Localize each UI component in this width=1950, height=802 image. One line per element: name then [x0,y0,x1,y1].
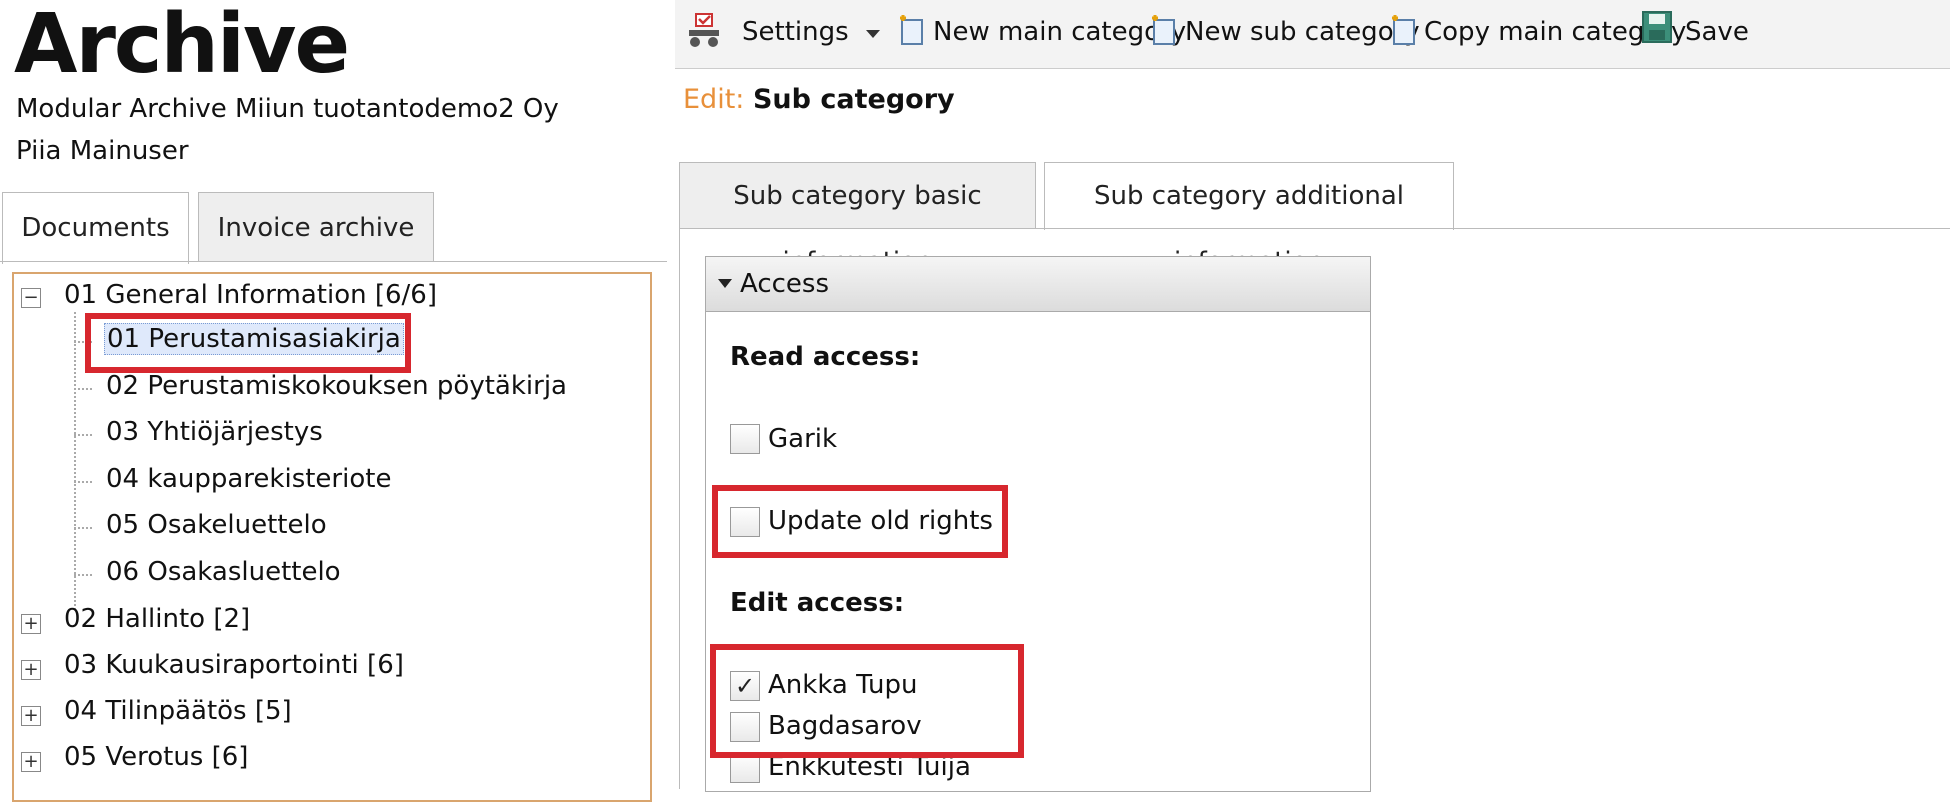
edit-value: Sub category [752,84,955,115]
settings-icon[interactable] [685,12,723,50]
tree-item[interactable]: 05 Osakeluettelo [106,510,327,540]
organization-name: Modular Archive Miiun tuotantodemo2 Oy [16,94,559,124]
tab-underline [0,261,667,262]
expand-toggle-icon[interactable]: + [21,614,41,634]
toolbar: Settings New main category New sub categ… [675,0,1950,69]
tree-connector [74,527,92,529]
edit-heading: Edit: Sub category [683,84,955,115]
highlight-box [712,485,1008,558]
read-access-label: Read access: [730,342,921,372]
user-name: Piia Mainuser [16,136,189,166]
tree-connector [74,574,92,576]
read-user-name: Garik [768,424,838,454]
new-document-icon[interactable] [896,14,926,46]
expand-toggle-icon[interactable]: + [21,752,41,772]
tree-group[interactable]: 04 Tilinpäätös [5] [64,696,292,726]
tab-invoice-archive[interactable]: Invoice archive [198,192,434,262]
read-user-checkbox[interactable] [730,424,760,454]
tab-sub-category-basic-information[interactable]: Sub category basic information [679,162,1036,277]
tree-connector [74,434,92,436]
expand-toggle-icon[interactable]: + [21,660,41,680]
expand-toggle-icon[interactable]: + [21,706,41,726]
caret-down-icon [718,279,732,288]
tab-sub-category-additional-information[interactable]: Sub category additional information [1044,162,1454,277]
highlight-box [710,644,1024,758]
app-title: Archive [14,0,350,92]
tree-group[interactable]: 05 Verotus [6] [64,742,248,772]
edit-access-label: Edit access: [730,588,905,618]
save-button[interactable]: Save [1685,0,1749,68]
new-document-icon[interactable] [1148,14,1178,46]
highlight-box [85,313,411,373]
access-panel-title: Access [740,269,830,299]
new-sub-category-button[interactable]: New sub category [1185,0,1420,68]
tree-group[interactable]: 02 Hallinto [2] [64,604,250,634]
tree-item[interactable]: 02 Perustamiskokouksen pöytäkirja [106,371,567,401]
left-pane: Archive Modular Archive Miiun tuotantode… [0,0,675,802]
tree-group-general-information[interactable]: 01 General Information [6/6] [64,280,437,310]
tree-item[interactable]: 06 Osakasluettelo [106,557,341,587]
save-disk-icon[interactable] [1641,10,1673,44]
access-panel-header[interactable]: Access [705,256,1371,312]
tab-documents[interactable]: Documents [2,192,189,264]
tree-item[interactable]: 04 kaupparekisteriote [106,464,391,494]
left-tabs: Documents Invoice archive [0,192,675,264]
tree-connector [74,388,92,390]
chevron-down-icon[interactable] [865,28,881,40]
settings-button[interactable]: Settings [742,0,849,68]
tree-connector [74,481,92,483]
tree-connector [74,312,76,610]
tree-item[interactable]: 03 Yhtiöjärjestys [106,417,323,447]
collapse-toggle-icon[interactable]: − [21,288,41,308]
edit-label: Edit: [683,84,745,115]
tree-group[interactable]: 03 Kuukausiraportointi [6] [64,650,404,680]
copy-document-icon[interactable] [1388,14,1418,46]
